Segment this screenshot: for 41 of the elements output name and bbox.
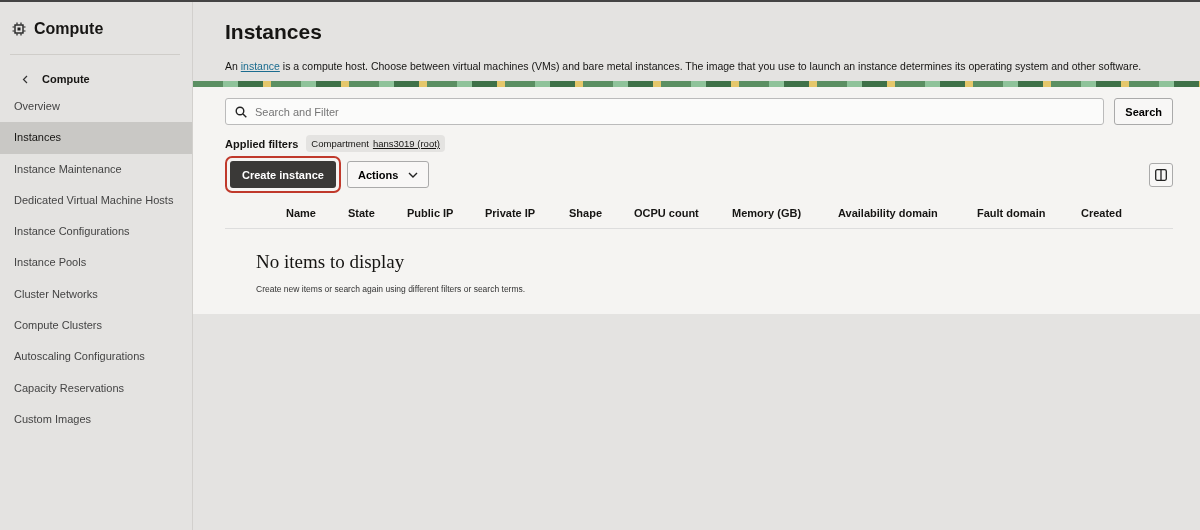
sidebar-item[interactable]: Dedicated Virtual Machine Hosts: [0, 184, 192, 217]
sidebar-item[interactable]: Cluster Networks: [0, 278, 192, 311]
chevron-down-icon: [408, 171, 419, 178]
chevron-left-icon: [22, 74, 28, 84]
sidebar-title: Compute: [34, 20, 104, 38]
search-button[interactable]: Search: [1114, 98, 1173, 125]
sidebar-item[interactable]: Instance Pools: [0, 247, 192, 279]
sidebar-item[interactable]: Instance Maintenance: [0, 153, 192, 185]
back-link[interactable]: Compute: [0, 55, 192, 91]
applied-filters-label: Applied filters: [225, 137, 299, 150]
column-header: Private IP: [485, 207, 537, 219]
sidebar-item[interactable]: Capacity Reservations: [0, 372, 192, 404]
search-icon: [235, 105, 247, 118]
create-instance-button[interactable]: Create instance: [230, 161, 336, 188]
compartment-link[interactable]: hans3019 (root): [372, 138, 440, 149]
columns-icon: [1155, 168, 1167, 181]
instance-link[interactable]: instance: [240, 60, 280, 72]
column-header: Name: [286, 207, 317, 219]
column-header: Memory (GB): [732, 207, 803, 219]
sidebar-item[interactable]: Overview: [0, 91, 192, 123]
column-header: Fault domain: [977, 207, 1047, 219]
column-header: Shape: [569, 207, 603, 219]
actions-button[interactable]: Actions: [346, 161, 430, 188]
sidebar-item[interactable]: Instances: [0, 122, 192, 154]
page-title: Instances: [225, 20, 323, 44]
chip-label: Compartment: [311, 138, 369, 149]
column-header: State: [348, 207, 376, 219]
column-header: Created: [1081, 207, 1122, 219]
sidebar-item[interactable]: Compute Clusters: [0, 310, 192, 342]
search-field[interactable]: Search and Filter: [225, 98, 1105, 125]
column-header: Public IP: [407, 207, 455, 219]
page-description: An instance is a compute host. Choose between virtual machines (VMs) and bare metal instances. The image that you use to launch an instance determines its operating system and other software.: [225, 60, 1143, 72]
empty-state-hint: Create new items or search again using different filters or search terms.: [256, 284, 527, 294]
sidebar-item[interactable]: Custom Images: [0, 403, 192, 436]
columns-button[interactable]: [1149, 162, 1173, 187]
sidebar-item[interactable]: Autoscaling Configurations: [0, 341, 192, 373]
empty-state-title: No items to display: [256, 251, 406, 273]
column-header: Availability domain: [838, 207, 939, 219]
sidebar-item[interactable]: Instance Configurations: [0, 216, 192, 248]
chip-icon: [12, 22, 26, 36]
column-header: OCPU count: [634, 207, 700, 219]
